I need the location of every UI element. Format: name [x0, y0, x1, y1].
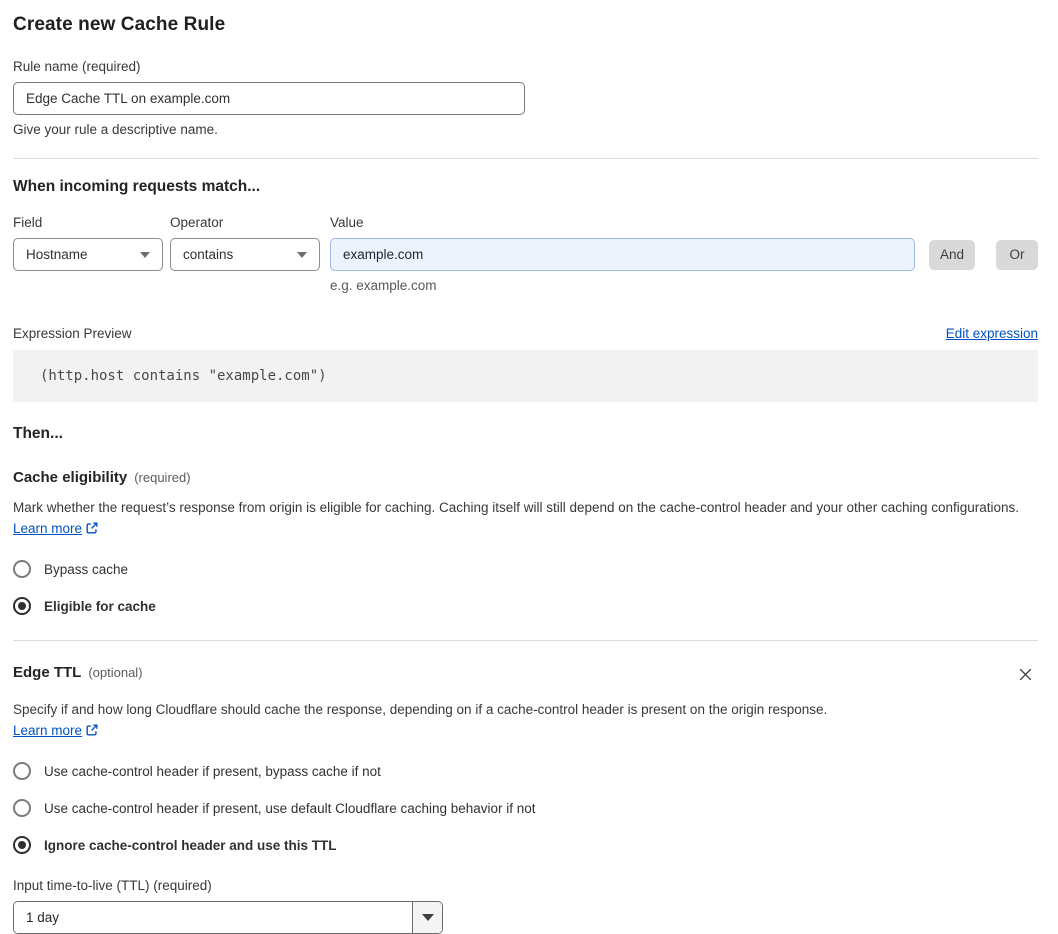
edit-expression-link[interactable]: Edit expression	[946, 326, 1038, 341]
and-button[interactable]: And	[929, 239, 975, 270]
value-input[interactable]	[330, 238, 915, 271]
field-label: Field	[13, 215, 43, 230]
then-heading: Then...	[13, 425, 63, 442]
section-divider	[13, 158, 1038, 159]
match-labels-row: Field Operator Value	[13, 215, 1038, 230]
operator-select[interactable]: contains	[170, 238, 320, 271]
section-divider	[13, 640, 1038, 641]
edge-ttl-header: Edge TTL (optional)	[13, 664, 1038, 688]
cache-eligibility-description: Mark whether the request’s response from…	[13, 497, 1038, 541]
chevron-down-icon	[140, 251, 150, 258]
external-link-icon	[85, 520, 99, 541]
radio-label: Ignore cache-control header and use this…	[44, 837, 337, 853]
expression-preview-code: (http.host contains "example.com")	[13, 350, 1038, 402]
radio-label: Bypass cache	[44, 561, 129, 577]
edge-ttl-description-text: Specify if and how long Cloudflare shoul…	[13, 702, 828, 717]
radio-row: Bypass cache	[13, 560, 1038, 578]
edge-ttl-title: Edge TTL	[13, 664, 82, 681]
or-button[interactable]: Or	[996, 239, 1038, 270]
expression-preview-header: Expression Preview Edit expression	[13, 326, 1038, 341]
field-select-value: Hostname	[26, 247, 88, 262]
field-select[interactable]: Hostname	[13, 238, 163, 271]
create-cache-rule-form: Create new Cache Rule Rule name (require…	[0, 0, 1058, 934]
learn-more-link[interactable]: Learn more	[13, 521, 82, 536]
radio-row: Use cache-control header if present, use…	[13, 799, 1038, 817]
radio-row: Ignore cache-control header and use this…	[13, 836, 1038, 854]
radio-row: Use cache-control header if present, byp…	[13, 762, 1038, 780]
ttl-input-label: Input time-to-live (TTL) (required)	[13, 878, 212, 893]
rule-name-help: Give your rule a descriptive name.	[13, 122, 218, 137]
page-title: Create new Cache Rule	[13, 14, 226, 35]
edge-ttl-description: Specify if and how long Cloudflare shoul…	[13, 699, 853, 743]
cache-eligibility-title: Cache eligibility	[13, 469, 128, 486]
rule-name-input[interactable]	[13, 82, 525, 115]
radio-bypass-cache[interactable]	[13, 560, 31, 578]
external-link-icon	[85, 722, 99, 743]
radio-label: Use cache-control header if present, use…	[44, 800, 536, 816]
chevron-down-icon	[297, 251, 307, 258]
rule-name-label: Rule name (required)	[13, 59, 141, 74]
radio-ignore-header-use-ttl[interactable]	[13, 836, 31, 854]
radio-label: Eligible for cache	[44, 598, 156, 614]
radio-use-header-default[interactable]	[13, 799, 31, 817]
required-badge: (required)	[134, 470, 191, 485]
match-controls-row: Hostname contains And Or	[13, 238, 1038, 271]
value-help: e.g. example.com	[330, 278, 437, 293]
edge-ttl-title-row: Edge TTL (optional)	[13, 664, 143, 681]
match-heading: When incoming requests match...	[13, 178, 261, 195]
ttl-input[interactable]	[14, 902, 412, 933]
value-label: Value	[330, 215, 364, 230]
expression-preview-label: Expression Preview	[13, 326, 132, 341]
radio-row: Eligible for cache	[13, 597, 1038, 615]
optional-badge: (optional)	[88, 665, 143, 680]
learn-more-link[interactable]: Learn more	[13, 723, 82, 738]
cache-eligibility-header: Cache eligibility (required)	[13, 469, 1038, 486]
dropdown-arrow-icon	[421, 914, 434, 921]
operator-label: Operator	[170, 215, 224, 230]
radio-eligible-for-cache[interactable]	[13, 597, 31, 615]
operator-select-value: contains	[183, 247, 234, 262]
close-icon[interactable]	[1015, 664, 1036, 688]
ttl-dropdown-button[interactable]	[412, 902, 442, 933]
radio-label: Use cache-control header if present, byp…	[44, 763, 381, 779]
radio-use-header-bypass[interactable]	[13, 762, 31, 780]
cache-eligibility-description-text: Mark whether the request’s response from…	[13, 500, 1020, 515]
